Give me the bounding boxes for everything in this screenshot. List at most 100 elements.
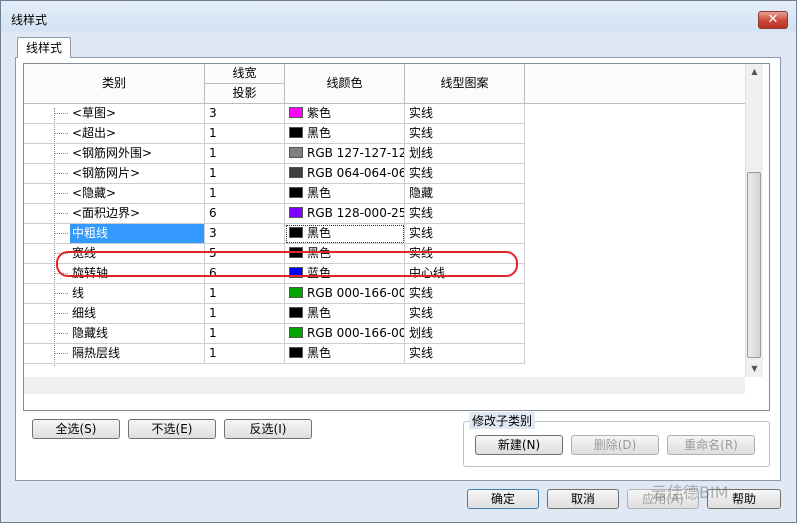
tree-branch [54,233,68,234]
select-all-button[interactable]: 全选(S) [32,419,120,439]
select-none-button[interactable]: 不选(E) [128,419,216,439]
header-line-color[interactable]: 线颜色 [285,64,405,104]
line-width-cell[interactable]: 1 [205,304,285,324]
line-color-cell[interactable]: 黑色 [285,184,405,204]
scroll-thumb[interactable] [747,172,761,358]
line-pattern-cell[interactable]: 实线 [405,104,525,124]
category-name: 隔热层线 [72,346,121,360]
close-button[interactable]: ✕ [758,11,788,29]
line-color-cell[interactable]: 黑色 [285,224,405,244]
line-color-cell[interactable]: 黑色 [285,304,405,324]
new-button[interactable]: 新建(N) [475,435,563,455]
category-cell[interactable]: <超出> [24,124,205,144]
table-row[interactable]: 中粗线 3 黑色 实线 [24,224,525,244]
tab-line-styles[interactable]: 线样式 [17,37,71,58]
line-width-cell[interactable]: 1 [205,144,285,164]
color-swatch [289,347,303,358]
header-projection[interactable]: 投影 [205,84,285,104]
delete-button[interactable]: 删除(D) [571,435,659,455]
watermark-text: 云佳德BIM [651,483,729,502]
color-swatch [289,307,303,318]
category-cell[interactable]: <隐藏> [24,184,205,204]
category-cell[interactable]: <钢筋网片> [24,164,205,184]
table-row[interactable]: <钢筋网外围> 1 RGB 127-127-127 划线 [24,144,525,164]
category-cell[interactable]: <草图> [24,104,205,124]
tree-branch [54,333,68,334]
category-name: <面积边界> [72,206,141,220]
header-category[interactable]: 类别 [24,64,205,104]
category-cell[interactable]: 隔热层线 [24,344,205,364]
color-label: 黑色 [307,306,332,320]
color-label: 黑色 [307,126,332,140]
line-color-cell[interactable]: 紫色 [285,104,405,124]
category-cell[interactable]: <钢筋网外围> [24,144,205,164]
color-label: RGB 127-127-127 [307,146,405,160]
rename-button[interactable]: 重命名(R) [667,435,755,455]
line-color-cell[interactable]: RGB 000-166-000 [285,324,405,344]
category-name: 隐藏线 [72,326,109,340]
category-cell[interactable]: <面积边界> [24,204,205,224]
line-width-cell[interactable]: 1 [205,324,285,344]
category-cell[interactable]: 中粗线 [24,224,205,244]
table-row[interactable]: <面积边界> 6 RGB 128-000-255 实线 [24,204,525,224]
category-name: 线 [72,286,85,300]
table-row[interactable]: <钢筋网片> 1 RGB 064-064-064 实线 [24,164,525,184]
category-cell[interactable]: 线 [24,284,205,304]
table-row[interactable]: <隐藏> 1 黑色 隐藏 [24,184,525,204]
line-color-cell[interactable]: 黑色 [285,344,405,364]
line-width-cell[interactable]: 3 [205,224,285,244]
tree-branch [54,173,68,174]
color-swatch [289,287,303,298]
color-label: RGB 000-166-000 [307,286,405,300]
table-row[interactable]: <超出> 1 黑色 实线 [24,124,525,144]
category-name: 细线 [72,306,97,320]
line-width-cell[interactable]: 1 [205,284,285,304]
line-color-cell[interactable]: RGB 064-064-064 [285,164,405,184]
line-pattern-cell[interactable]: 实线 [405,124,525,144]
tree-branch [54,113,68,114]
vertical-scrollbar[interactable]: ▲ ▼ [745,64,763,377]
line-pattern-cell[interactable]: 隐藏 [405,184,525,204]
line-pattern-cell[interactable]: 划线 [405,324,525,344]
line-pattern-cell[interactable]: 实线 [405,304,525,324]
line-pattern-cell[interactable]: 实线 [405,224,525,244]
line-pattern-cell[interactable]: 划线 [405,144,525,164]
line-pattern-cell[interactable]: 实线 [405,284,525,304]
header-line-pattern[interactable]: 线型图案 [405,64,525,104]
category-name: <隐藏> [72,186,117,200]
line-color-cell[interactable]: 黑色 [285,124,405,144]
table-row[interactable]: 线 1 RGB 000-166-000 实线 [24,284,525,304]
table-row[interactable]: <草图> 3 紫色 实线 [24,104,525,124]
line-width-cell[interactable]: 6 [205,204,285,224]
table-row[interactable]: 隐藏线 1 RGB 000-166-000 划线 [24,324,525,344]
color-swatch [289,107,303,118]
line-styles-dialog: 线样式 ✕ 线样式 类别 线宽 投影 线颜色 线型图案 <草图> 3 紫色 实线 <超出… [0,0,797,523]
line-width-cell[interactable]: 1 [205,184,285,204]
category-cell[interactable]: 细线 [24,304,205,324]
color-label: 黑色 [307,346,332,360]
table-row[interactable]: 隔热层线 1 黑色 实线 [24,344,525,364]
line-width-cell[interactable]: 1 [205,344,285,364]
line-pattern-cell[interactable]: 实线 [405,164,525,184]
line-pattern-cell[interactable]: 实线 [405,344,525,364]
ok-button[interactable]: 确定 [467,489,539,509]
header-filler [525,64,745,104]
tree-branch [54,153,68,154]
line-pattern-cell[interactable]: 实线 [405,204,525,224]
header-line-width[interactable]: 线宽 [205,64,285,84]
invert-selection-button[interactable]: 反选(I) [224,419,312,439]
horizontal-scroll-area [24,377,745,394]
line-width-cell[interactable]: 3 [205,104,285,124]
scroll-down-arrow-icon[interactable]: ▼ [746,361,763,377]
line-width-cell[interactable]: 1 [205,124,285,144]
table-row[interactable]: 细线 1 黑色 实线 [24,304,525,324]
color-label: 紫色 [307,106,332,120]
line-width-cell[interactable]: 1 [205,164,285,184]
scroll-up-arrow-icon[interactable]: ▲ [746,64,763,80]
category-cell[interactable]: 隐藏线 [24,324,205,344]
cancel-button[interactable]: 取消 [547,489,619,509]
category-name: <钢筋网外围> [72,146,153,160]
line-color-cell[interactable]: RGB 128-000-255 [285,204,405,224]
line-color-cell[interactable]: RGB 000-166-000 [285,284,405,304]
line-color-cell[interactable]: RGB 127-127-127 [285,144,405,164]
